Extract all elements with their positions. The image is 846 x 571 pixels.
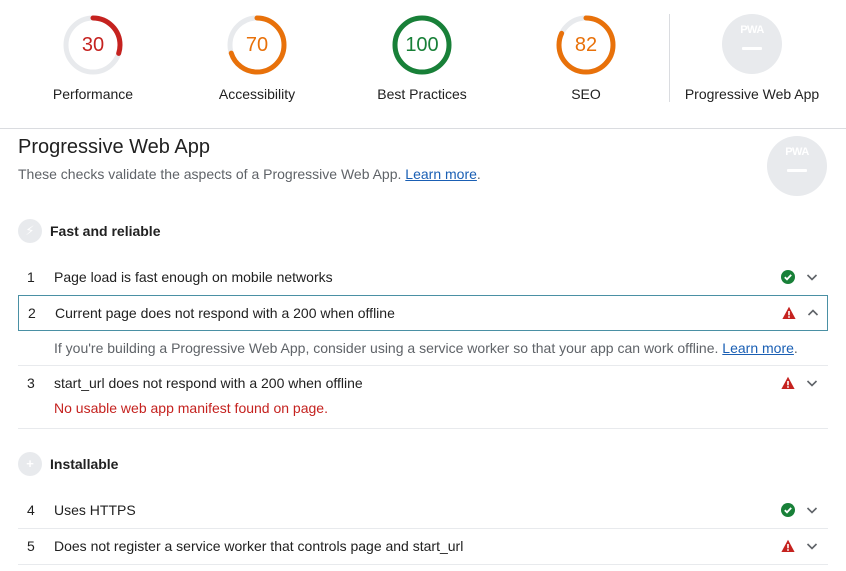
pwa-category-badge-text: PWA — [785, 146, 809, 158]
pwa-category-badge-icon: PWA — [767, 136, 827, 196]
audit-divider — [18, 564, 828, 565]
score-divider — [669, 14, 670, 102]
chevron-down-icon[interactable] — [804, 269, 820, 285]
audit-title: Current page does not respond with a 200… — [55, 305, 395, 321]
best-practices-gauge: 100 — [391, 14, 453, 76]
audit-detail: If you're building a Progressive Web App… — [18, 340, 828, 356]
lightning-icon: ⚡︎ — [18, 219, 42, 243]
score-accessibility[interactable]: 70 Accessibility — [187, 14, 327, 102]
score-performance[interactable]: 30 Performance — [23, 14, 163, 102]
score-seo[interactable]: 82 SEO — [516, 14, 656, 102]
fail-warning-icon — [781, 539, 795, 552]
score-best-practices[interactable]: 100 Best Practices — [352, 14, 492, 102]
pwa-badge-text: PWA — [740, 24, 764, 36]
pass-check-icon — [781, 503, 795, 517]
audit-error-text: No usable web app manifest found on page… — [54, 400, 328, 416]
performance-gauge: 30 — [62, 14, 124, 76]
score-pwa[interactable]: PWA Progressive Web App — [682, 14, 822, 102]
group-title: Fast and reliable — [50, 223, 161, 239]
fail-warning-icon — [782, 306, 796, 319]
audit-item[interactable]: 5 Does not register a service worker tha… — [18, 528, 828, 564]
category-learn-more-link[interactable]: Learn more — [405, 166, 477, 182]
seo-label: SEO — [571, 86, 601, 102]
pass-check-icon — [781, 270, 795, 284]
category-description: These checks validate the aspects of a P… — [18, 166, 481, 182]
audit-detail-text: If you're building a Progressive Web App… — [54, 340, 719, 356]
seo-gauge: 82 — [555, 14, 617, 76]
pwa-label: Progressive Web App — [684, 86, 820, 102]
audit-index: 1 — [27, 269, 35, 285]
audit-title: Does not register a service worker that … — [54, 538, 464, 554]
audit-title: Page load is fast enough on mobile netwo… — [54, 269, 333, 285]
group-divider — [18, 428, 828, 429]
seo-score: 82 — [574, 34, 598, 56]
audit-title: start_url does not respond with a 200 wh… — [54, 375, 363, 391]
audit-index: 2 — [28, 305, 36, 321]
performance-score: 30 — [81, 34, 105, 56]
audit-index: 3 — [27, 375, 35, 391]
chevron-up-icon[interactable] — [805, 305, 821, 321]
audit-item[interactable]: 1 Page load is fast enough on mobile net… — [18, 259, 828, 295]
accessibility-score: 70 — [245, 34, 269, 56]
audit-index: 4 — [27, 502, 35, 518]
category-title: Progressive Web App — [18, 136, 210, 158]
fail-warning-icon — [781, 376, 795, 389]
performance-label: Performance — [52, 86, 134, 102]
score-summary: 30 Performance 70 Accessibility 100 Best… — [0, 0, 846, 129]
audit-item[interactable]: 4 Uses HTTPS — [18, 492, 828, 528]
category-description-text: These checks validate the aspects of a P… — [18, 166, 402, 182]
accessibility-label: Accessibility — [218, 86, 296, 102]
chevron-down-icon[interactable] — [804, 375, 820, 391]
best-practices-score: 100 — [405, 34, 439, 56]
audit-learn-more-link[interactable]: Learn more — [722, 340, 794, 356]
accessibility-gauge: 70 — [226, 14, 288, 76]
chevron-down-icon[interactable] — [804, 502, 820, 518]
audit-index: 5 — [27, 538, 35, 554]
audit-item-expanded[interactable]: 2 Current page does not respond with a 2… — [18, 295, 828, 356]
audit-detail-period: . — [793, 340, 798, 356]
pwa-badge-icon: PWA — [722, 14, 782, 74]
audit-item[interactable]: 3 start_url does not respond with a 200 … — [18, 365, 828, 416]
chevron-down-icon[interactable] — [804, 538, 820, 554]
best-practices-label: Best Practices — [377, 86, 467, 102]
plus-icon: + — [18, 452, 42, 476]
group-title: Installable — [50, 456, 119, 472]
audit-title: Uses HTTPS — [54, 502, 136, 518]
category-period: . — [476, 166, 481, 182]
